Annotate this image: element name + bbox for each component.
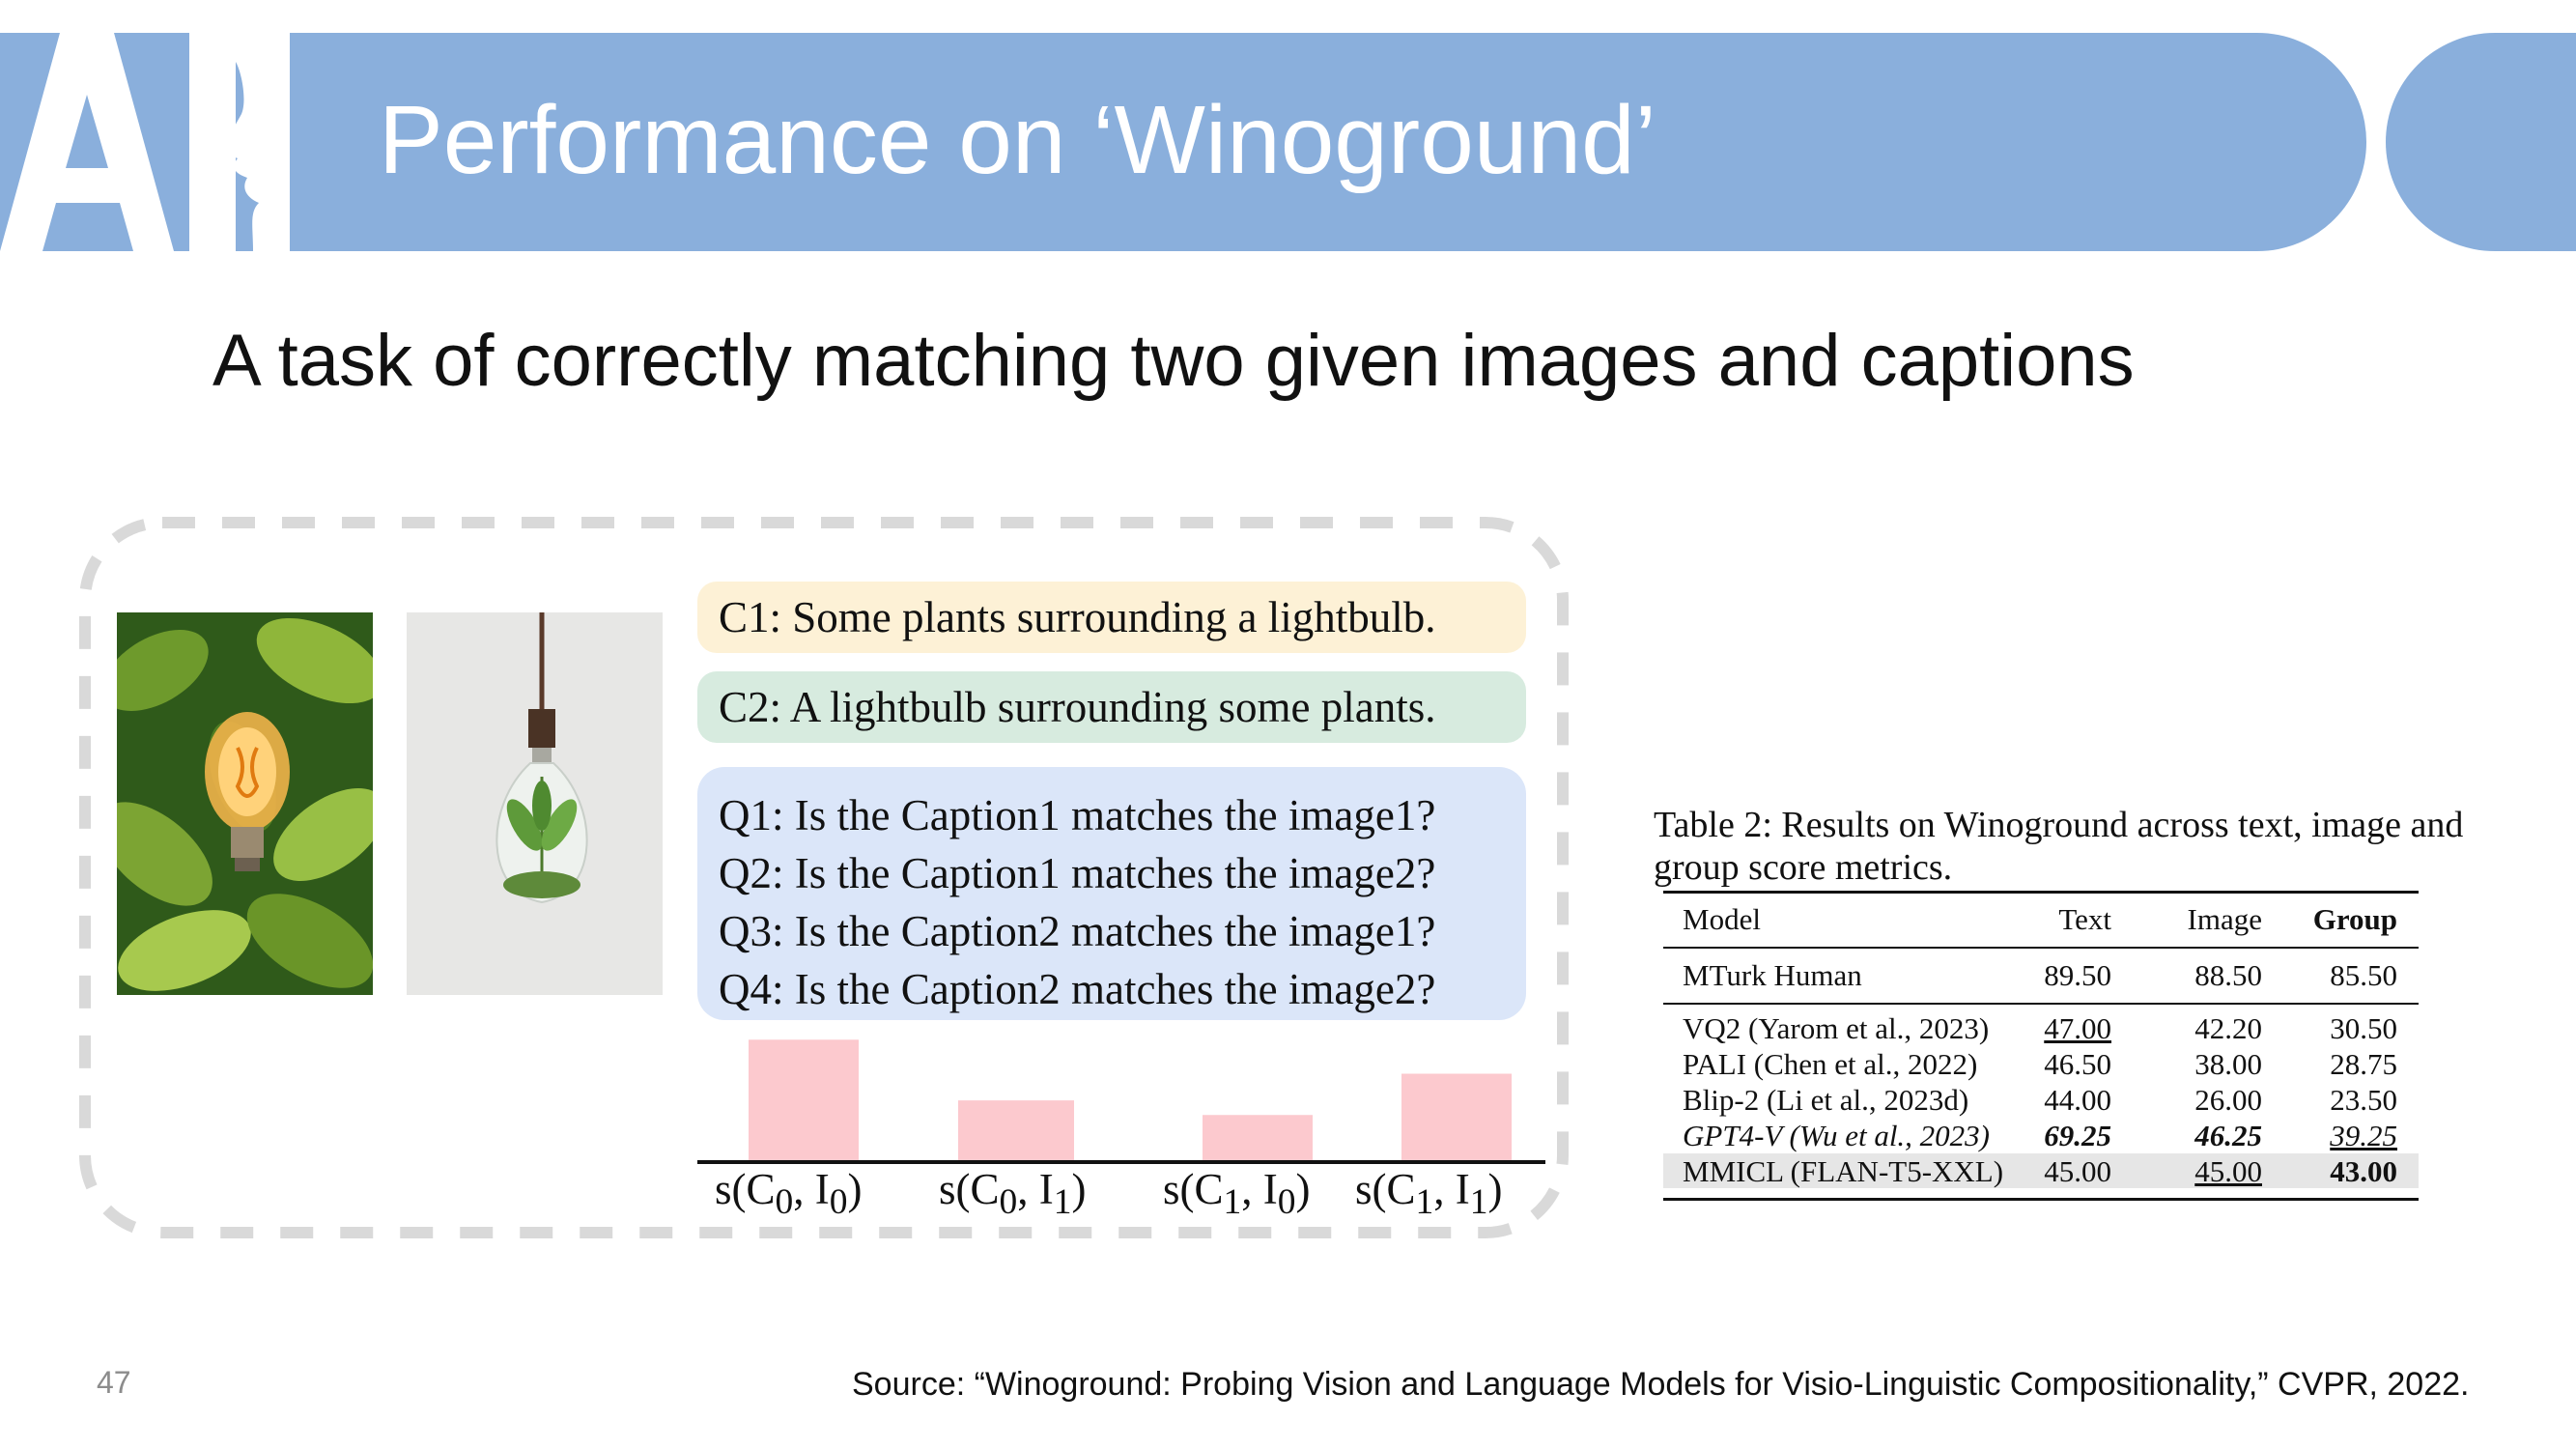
cell-image: 88.50 — [2194, 958, 2262, 992]
bar-label-c0-i0: s(C0, I0) — [715, 1165, 863, 1222]
cell-group: 28.75 — [2330, 1047, 2397, 1081]
cell-image: 38.00 — [2194, 1047, 2262, 1081]
human-rule — [1663, 1003, 2419, 1005]
page-number: 47 — [97, 1365, 131, 1400]
cell-text: 46.50 — [2044, 1047, 2111, 1081]
cell-image: 46.25 — [2194, 1119, 2262, 1152]
question-4: Q4: Is the Caption2 matches the image2? — [719, 965, 1436, 1013]
caption-2: C2: A lightbulb surrounding some plants. — [697, 671, 1526, 743]
question-2: Q2: Is the Caption1 matches the image2? — [719, 849, 1436, 897]
cell-text: 69.25 — [2044, 1119, 2111, 1152]
cell-image: 26.00 — [2194, 1083, 2262, 1117]
cell-text: 89.50 — [2044, 958, 2111, 992]
header-group: Group — [2312, 902, 2397, 936]
cell-text: 44.00 — [2044, 1083, 2111, 1117]
cell-text: 45.00 — [2044, 1154, 2111, 1188]
question-1: Q1: Is the Caption1 matches the image1? — [719, 791, 1436, 839]
question-3: Q3: Is the Caption2 matches the image1? — [719, 907, 1436, 955]
cell-group: 30.50 — [2330, 1011, 2397, 1045]
table-caption: Table 2: Results on Winoground across te… — [1654, 805, 2464, 888]
score-bar-chart — [697, 1039, 1545, 1164]
cell-group: 23.50 — [2330, 1083, 2397, 1117]
cell-group: 43.00 — [2330, 1154, 2397, 1188]
header-image: Image — [2187, 902, 2262, 936]
cell-model: Blip-2 (Li et al., 2023d) — [1683, 1083, 1969, 1117]
cell-model: PALI (Chen et al., 2022) — [1683, 1047, 1978, 1081]
cell-model: GPT4-V (Wu et al., 2023) — [1683, 1119, 1991, 1152]
questions-box: Q1: Is the Caption1 matches the image1? … — [697, 767, 1526, 1020]
cell-model: VQ2 (Yarom et al., 2023) — [1683, 1011, 1990, 1045]
score-bar — [1203, 1115, 1313, 1161]
header-text: Text — [2058, 902, 2111, 936]
image-lightbulb-with-plants — [407, 612, 663, 995]
cell-model: MTurk Human — [1683, 958, 1862, 992]
image-plants-around-lightbulb — [117, 612, 373, 995]
cell-group: 39.25 — [2330, 1119, 2397, 1152]
bar-label-c1-i0: s(C1, I0) — [1163, 1165, 1311, 1222]
header-model: Model — [1683, 902, 1761, 936]
cell-model: MMICL (FLAN-T5-XXL) — [1683, 1154, 2004, 1188]
score-bar — [1401, 1073, 1512, 1161]
header-rule — [1663, 947, 2419, 949]
cell-text: 47.00 — [2044, 1011, 2111, 1045]
cell-image: 42.20 — [2194, 1011, 2262, 1045]
score-bar — [958, 1100, 1074, 1161]
score-bar — [749, 1039, 859, 1161]
bar-label-c0-i1: s(C0, I1) — [939, 1165, 1087, 1222]
caption-1: C1: Some plants surrounding a lightbulb. — [697, 582, 1526, 653]
table-top-rule — [1663, 891, 2419, 894]
bar-label-c1-i1: s(C1, I1) — [1355, 1165, 1503, 1222]
table-bottom-rule — [1663, 1198, 2419, 1201]
cell-group: 85.50 — [2330, 958, 2397, 992]
winoground-figure: C1: Some plants surrounding a lightbulb.… — [0, 0, 2576, 1449]
cell-image: 45.00 — [2194, 1154, 2262, 1188]
source-citation: Source: “Winoground: Probing Vision and … — [852, 1366, 2470, 1403]
